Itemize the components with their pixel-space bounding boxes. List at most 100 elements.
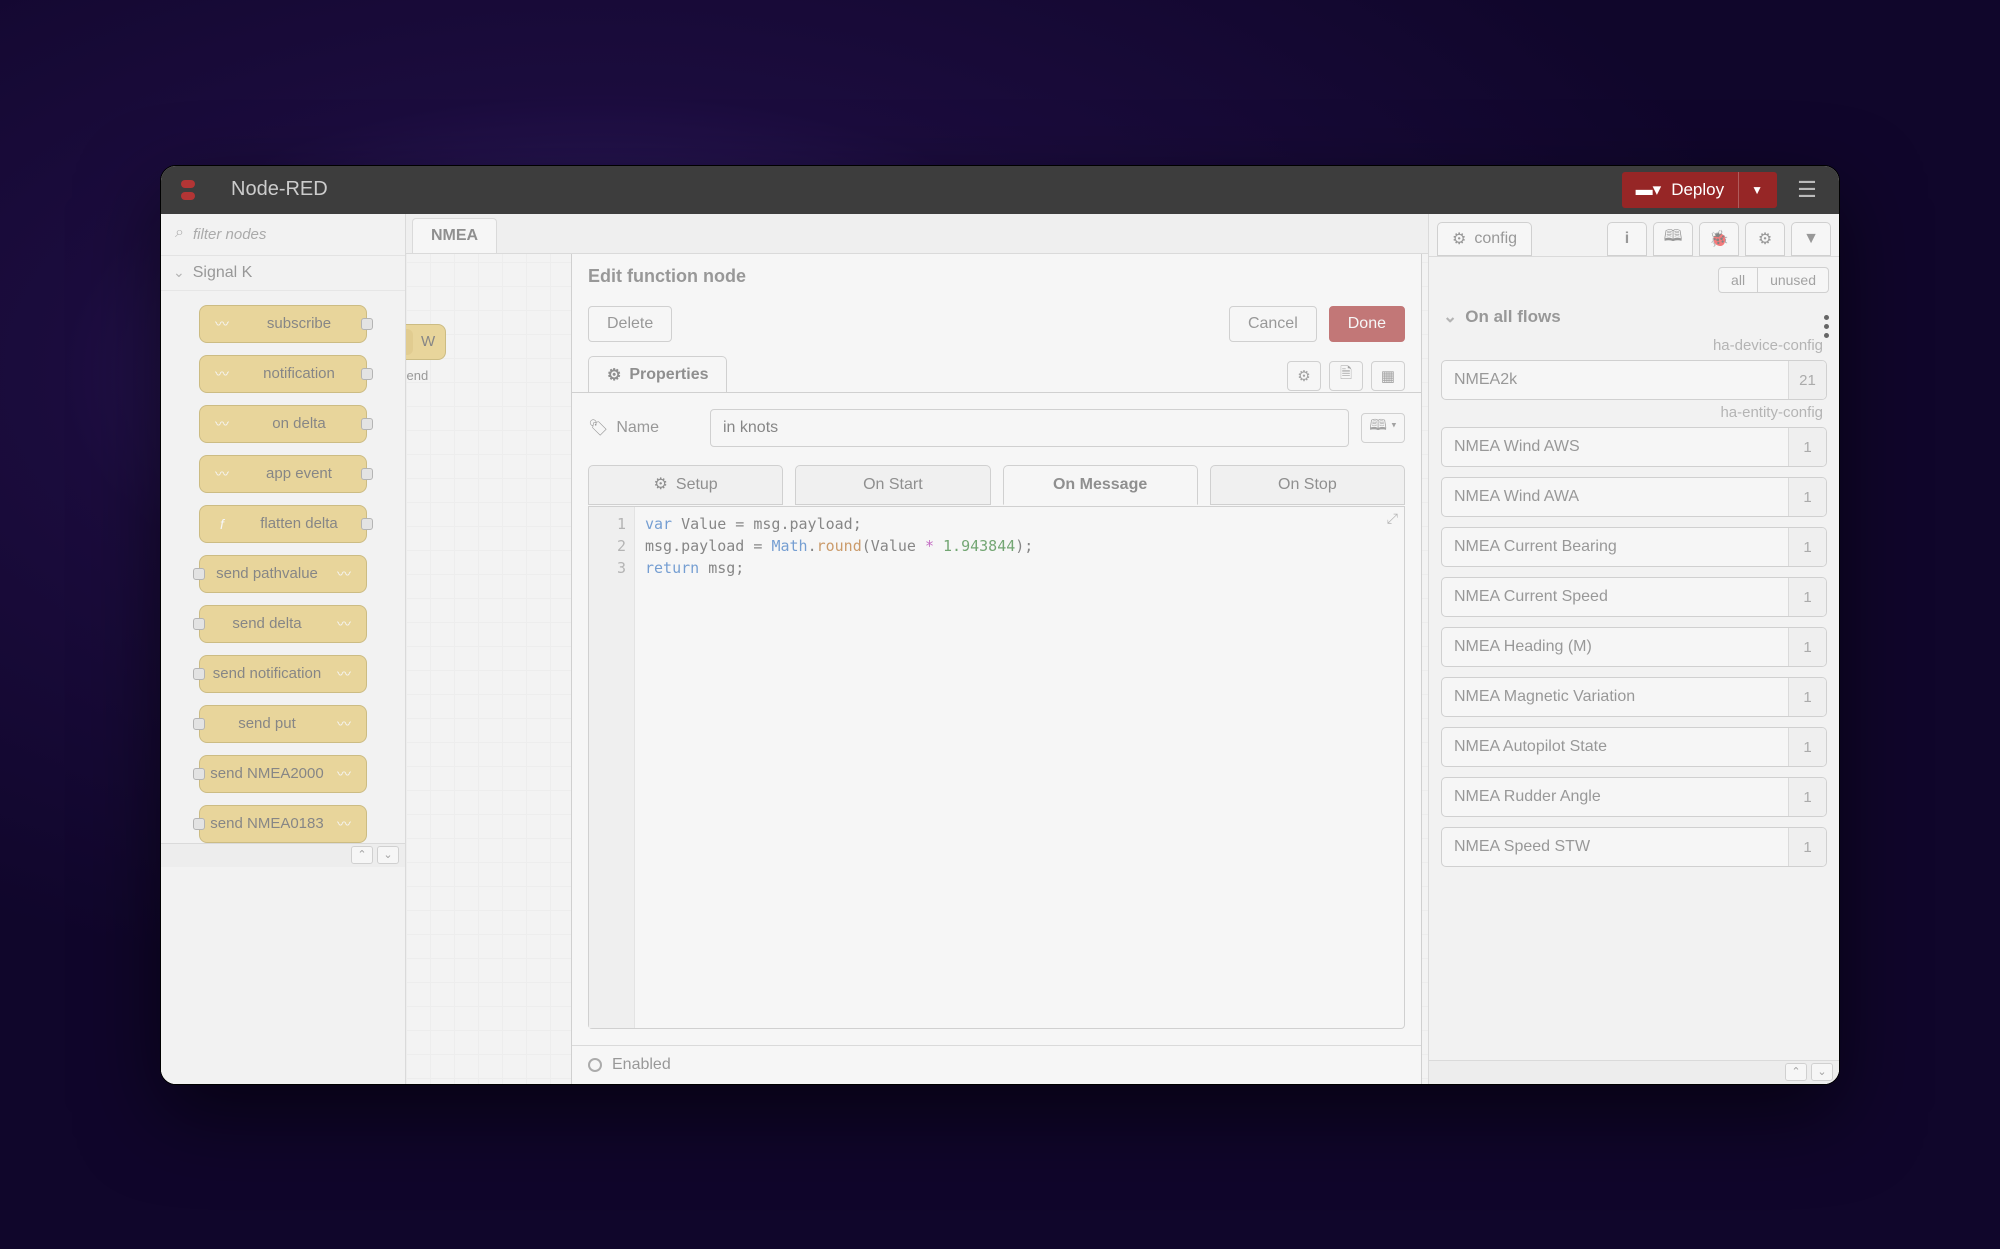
config-node-item[interactable]: NMEA Wind AWA1 xyxy=(1441,477,1827,517)
node-type-icon: 〰 xyxy=(328,710,360,738)
flow-canvas[interactable]: W send Edit function node Delete Cancel xyxy=(406,254,1428,1084)
palette-category-toggle[interactable]: Signal K xyxy=(161,256,405,291)
config-node-usage-count: 21 xyxy=(1788,361,1826,399)
palette-node[interactable]: send NMEA0183〰 xyxy=(199,805,367,843)
config-node-name: NMEA Current Speed xyxy=(1442,588,1788,606)
properties-tab[interactable]: ⚙ Properties xyxy=(588,356,727,393)
palette-node-label: flatten delta xyxy=(238,511,360,536)
node-docs-button[interactable]: 🗎 xyxy=(1329,361,1363,391)
palette-node[interactable]: send put〰 xyxy=(199,705,367,743)
canvas-node-label: W xyxy=(421,333,435,350)
workspace: NMEA W send Edit function node xyxy=(406,214,1429,1084)
sidebar: ⚙ config i 🕮 🐞 ⚙ ▼ all unused On all flo… xyxy=(1429,214,1839,1084)
app-window: Node-RED ▬▾ Deploy ▼ ☰ Signal K 〰subscri… xyxy=(160,165,1840,1085)
input-port[interactable] xyxy=(193,818,205,830)
node-name-input[interactable] xyxy=(710,409,1349,447)
config-node-usage-count: 1 xyxy=(1788,678,1826,716)
sidebar-tab-help[interactable]: 🕮 xyxy=(1653,222,1693,256)
input-port[interactable] xyxy=(193,668,205,680)
sidebar-tab-config[interactable]: ⚙ config xyxy=(1437,222,1532,256)
node-type-icon: 〰 xyxy=(206,410,238,438)
tab-onstart[interactable]: On Start xyxy=(795,465,990,505)
output-port[interactable] xyxy=(361,468,373,480)
config-node-item[interactable]: NMEA Wind AWS1 xyxy=(1441,427,1827,467)
input-port[interactable] xyxy=(193,568,205,580)
palette-node[interactable]: fflatten delta xyxy=(199,505,367,543)
node-appearance-button[interactable]: ▦ xyxy=(1371,361,1405,391)
palette-node[interactable]: send notification〰 xyxy=(199,655,367,693)
palette-expand-button[interactable]: ⌄ xyxy=(377,846,399,864)
wave-icon xyxy=(406,329,413,355)
sidebar-tab-debug[interactable]: 🐞 xyxy=(1699,222,1739,256)
config-node-usage-count: 1 xyxy=(1788,578,1826,616)
config-node-item[interactable]: NMEA Current Bearing1 xyxy=(1441,527,1827,567)
palette-collapse-button[interactable]: ⌃ xyxy=(351,846,373,864)
app-title: Node-RED xyxy=(231,178,328,201)
flow-tab[interactable]: NMEA xyxy=(412,218,497,253)
config-node-item[interactable]: NMEA Speed STW1 xyxy=(1441,827,1827,867)
palette-node-label: on delta xyxy=(238,411,360,436)
window-drag-handle[interactable] xyxy=(1824,311,1829,342)
config-node-item[interactable]: NMEA2k21 xyxy=(1441,360,1827,400)
app-header: Node-RED ▬▾ Deploy ▼ ☰ xyxy=(161,166,1839,214)
palette-node[interactable]: 〰notification xyxy=(199,355,367,393)
filter-all-button[interactable]: all xyxy=(1718,267,1758,293)
deploy-dropdown[interactable]: ▼ xyxy=(1738,172,1763,208)
main-menu-button[interactable]: ☰ xyxy=(1787,172,1827,208)
tab-onmessage[interactable]: On Message xyxy=(1003,465,1198,505)
palette-node-label: send put xyxy=(206,711,328,736)
sidebar-expand-button[interactable]: ⌄ xyxy=(1811,1063,1833,1081)
delete-button[interactable]: Delete xyxy=(588,306,672,342)
cancel-button[interactable]: Cancel xyxy=(1229,306,1317,342)
output-port[interactable] xyxy=(361,318,373,330)
name-label: Name xyxy=(616,419,659,437)
palette-node[interactable]: send delta〰 xyxy=(199,605,367,643)
config-node-item[interactable]: NMEA Heading (M)1 xyxy=(1441,627,1827,667)
node-settings-button[interactable]: ⚙ xyxy=(1287,361,1321,391)
gear-icon: ⚙ xyxy=(654,466,668,504)
sidebar-tab-settings[interactable]: ⚙ xyxy=(1745,222,1785,256)
config-node-name: NMEA Speed STW xyxy=(1442,838,1788,856)
tag-icon: 🏷 xyxy=(588,418,608,438)
input-port[interactable] xyxy=(193,768,205,780)
node-type-icon: f xyxy=(206,510,238,538)
tab-onstop[interactable]: On Stop xyxy=(1210,465,1405,505)
palette-node[interactable]: 〰subscribe xyxy=(199,305,367,343)
tab-setup[interactable]: ⚙ Setup xyxy=(588,465,783,505)
done-button[interactable]: Done xyxy=(1329,306,1405,342)
config-node-item[interactable]: NMEA Autopilot State1 xyxy=(1441,727,1827,767)
name-type-button[interactable]: 🕮 ▾ xyxy=(1361,413,1405,443)
code-editor[interactable]: 123 var Value = msg.payload; msg.payload… xyxy=(588,506,1405,1029)
config-node-usage-count: 1 xyxy=(1788,628,1826,666)
config-node-item[interactable]: NMEA Current Speed1 xyxy=(1441,577,1827,617)
output-port[interactable] xyxy=(361,518,373,530)
input-port[interactable] xyxy=(193,718,205,730)
config-node-usage-count: 1 xyxy=(1788,428,1826,466)
deploy-label: Deploy xyxy=(1671,180,1724,200)
expand-editor-button[interactable]: ⤢ xyxy=(1387,511,1398,527)
filter-unused-button[interactable]: unused xyxy=(1758,267,1829,293)
sidebar-collapse-button[interactable]: ⌃ xyxy=(1785,1063,1807,1081)
config-section-toggle[interactable]: On all flows xyxy=(1429,301,1839,333)
palette-node[interactable]: send NMEA2000〰 xyxy=(199,755,367,793)
palette-node[interactable]: 〰on delta xyxy=(199,405,367,443)
output-port[interactable] xyxy=(361,368,373,380)
config-node-item[interactable]: NMEA Rudder Angle1 xyxy=(1441,777,1827,817)
config-group-label: ha-entity-config xyxy=(1429,400,1839,427)
sidebar-tab-info[interactable]: i xyxy=(1607,222,1647,256)
palette-node[interactable]: 〰app event xyxy=(199,455,367,493)
palette-filter-input[interactable] xyxy=(171,222,395,247)
sidebar-tab-more[interactable]: ▼ xyxy=(1791,222,1831,256)
config-node-name: NMEA Current Bearing xyxy=(1442,538,1788,556)
deploy-button[interactable]: ▬▾ Deploy ▼ xyxy=(1622,172,1777,208)
enabled-toggle-icon[interactable] xyxy=(588,1058,602,1072)
palette-node-label: app event xyxy=(238,461,360,486)
palette-node-label: send delta xyxy=(206,611,328,636)
palette-node[interactable]: send pathvalue〰 xyxy=(199,555,367,593)
config-node-item[interactable]: NMEA Magnetic Variation1 xyxy=(1441,677,1827,717)
input-port[interactable] xyxy=(193,618,205,630)
output-port[interactable] xyxy=(361,418,373,430)
code-content[interactable]: var Value = msg.payload; msg.payload = M… xyxy=(635,507,1404,1028)
config-node-name: NMEA Magnetic Variation xyxy=(1442,688,1788,706)
config-node-usage-count: 1 xyxy=(1788,778,1826,816)
